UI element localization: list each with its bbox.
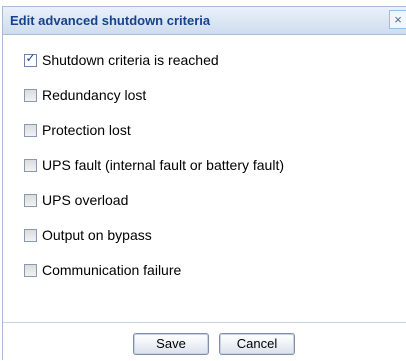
- option-label: UPS fault (internal fault or battery fau…: [42, 157, 284, 173]
- option-label: UPS overload: [42, 192, 129, 208]
- checkbox-redundancy-lost[interactable]: [24, 88, 37, 102]
- option-label: Protection lost: [42, 122, 131, 138]
- checkbox-communication-failure[interactable]: [24, 263, 37, 277]
- option-shutdown-criteria-reached[interactable]: ✓ Shutdown criteria is reached: [24, 50, 219, 70]
- option-label: Output on bypass: [42, 227, 152, 243]
- option-protection-lost[interactable]: Protection lost: [24, 120, 131, 140]
- shutdown-criteria-dialog: Edit advanced shutdown criteria × ✓ Shut…: [2, 6, 406, 361]
- checkbox-ups-overload[interactable]: [24, 193, 37, 207]
- checkbox-output-on-bypass[interactable]: [24, 228, 37, 242]
- dialog-title: Edit advanced shutdown criteria: [10, 13, 211, 28]
- option-ups-fault[interactable]: UPS fault (internal fault or battery fau…: [24, 155, 284, 175]
- checkbox-ups-fault[interactable]: [24, 158, 37, 172]
- dialog-titlebar: Edit advanced shutdown criteria ×: [3, 7, 406, 35]
- option-communication-failure[interactable]: Communication failure: [24, 260, 181, 280]
- option-output-on-bypass[interactable]: Output on bypass: [24, 225, 152, 245]
- option-label: Redundancy lost: [42, 87, 147, 103]
- save-button[interactable]: Save: [133, 333, 209, 355]
- option-redundancy-lost[interactable]: Redundancy lost: [24, 85, 146, 105]
- cancel-button[interactable]: Cancel: [219, 333, 295, 355]
- option-ups-overload[interactable]: UPS overload: [24, 190, 128, 210]
- criteria-list: ✓ Shutdown criteria is reached Redundanc…: [3, 35, 406, 322]
- checkmark-icon: ✓: [25, 50, 36, 65]
- option-label: Shutdown criteria is reached: [42, 52, 219, 68]
- dialog-footer: Save Cancel: [3, 322, 406, 361]
- option-label: Communication failure: [42, 262, 182, 278]
- checkbox-shutdown-criteria-reached[interactable]: ✓: [24, 50, 37, 67]
- checkbox-protection-lost[interactable]: [24, 123, 37, 137]
- close-icon[interactable]: ×: [389, 10, 406, 29]
